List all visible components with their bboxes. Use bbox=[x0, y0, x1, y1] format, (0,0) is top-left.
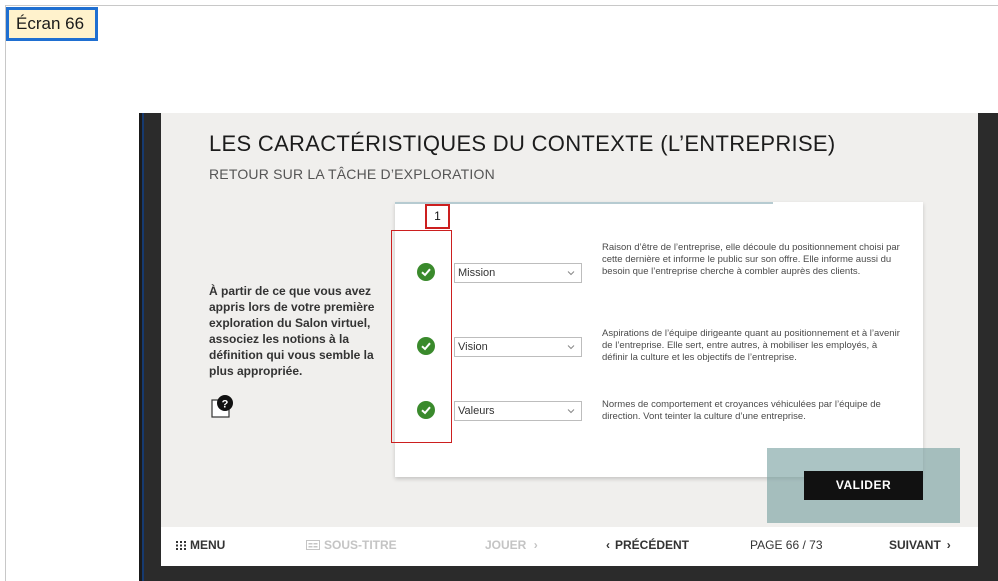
annotation-marker: 1 bbox=[425, 204, 450, 229]
grid-menu-icon bbox=[176, 541, 186, 550]
definition-text: Aspirations de l’équipe dirigeante quant… bbox=[602, 328, 900, 363]
select-value: Vision bbox=[458, 341, 488, 353]
chevron-left-icon: ‹ bbox=[606, 538, 610, 552]
definition-text: Raison d’être de l’entreprise, elle déco… bbox=[602, 242, 900, 277]
next-label: SUIVANT bbox=[889, 538, 941, 552]
player-navbar: MENU SOUS-TITRE JOUER › ‹ PRÉCÉDENT PAGE … bbox=[161, 527, 978, 566]
svg-text:?: ? bbox=[222, 399, 229, 411]
instructions-text: À partir de ce que vous avez appris lors… bbox=[209, 284, 375, 378]
play-button[interactable]: JOUER › bbox=[485, 527, 538, 566]
notion-select-vision[interactable]: Vision bbox=[454, 337, 582, 357]
play-label: JOUER bbox=[485, 538, 527, 552]
subtitles-icon bbox=[306, 540, 320, 550]
notion-select-valeurs[interactable]: Valeurs bbox=[454, 401, 582, 421]
next-button[interactable]: SUIVANT › bbox=[889, 527, 951, 566]
previous-button[interactable]: ‹ PRÉCÉDENT bbox=[606, 527, 689, 566]
annotation-highlight-box bbox=[391, 230, 452, 443]
subtitles-button[interactable]: SOUS-TITRE bbox=[306, 527, 397, 566]
valider-button[interactable]: VALIDER bbox=[804, 471, 923, 500]
screen-label: Écran 66 bbox=[6, 7, 98, 41]
question-mark-icon[interactable]: ? bbox=[211, 395, 233, 418]
subtitles-label: SOUS-TITRE bbox=[324, 538, 397, 552]
chevron-down-icon bbox=[567, 271, 575, 276]
menu-label: MENU bbox=[190, 538, 226, 552]
player-left-accent bbox=[142, 113, 144, 581]
chevron-right-icon: › bbox=[533, 538, 538, 552]
select-value: Mission bbox=[458, 267, 496, 279]
definition-text: Normes de comportement et croyances véhi… bbox=[602, 399, 881, 422]
chevron-right-icon: › bbox=[946, 538, 951, 552]
notion-select-mission[interactable]: Mission bbox=[454, 263, 582, 283]
chevron-down-icon bbox=[567, 345, 575, 350]
panel-top-divider bbox=[395, 202, 773, 204]
page-counter: PAGE 66 / 73 bbox=[750, 538, 823, 552]
page-title: LES CARACTÉRISTIQUES DU CONTEXTE (L’ENTR… bbox=[209, 131, 836, 156]
select-value: Valeurs bbox=[458, 405, 495, 417]
menu-button[interactable]: MENU bbox=[176, 527, 225, 566]
previous-label: PRÉCÉDENT bbox=[615, 538, 690, 552]
chevron-down-icon bbox=[567, 409, 575, 414]
matching-panel: Mission Raison d’être de l’entreprise, e… bbox=[395, 202, 923, 477]
page-subtitle: RETOUR SUR LA TÂCHE D’EXPLORATION bbox=[209, 166, 495, 182]
